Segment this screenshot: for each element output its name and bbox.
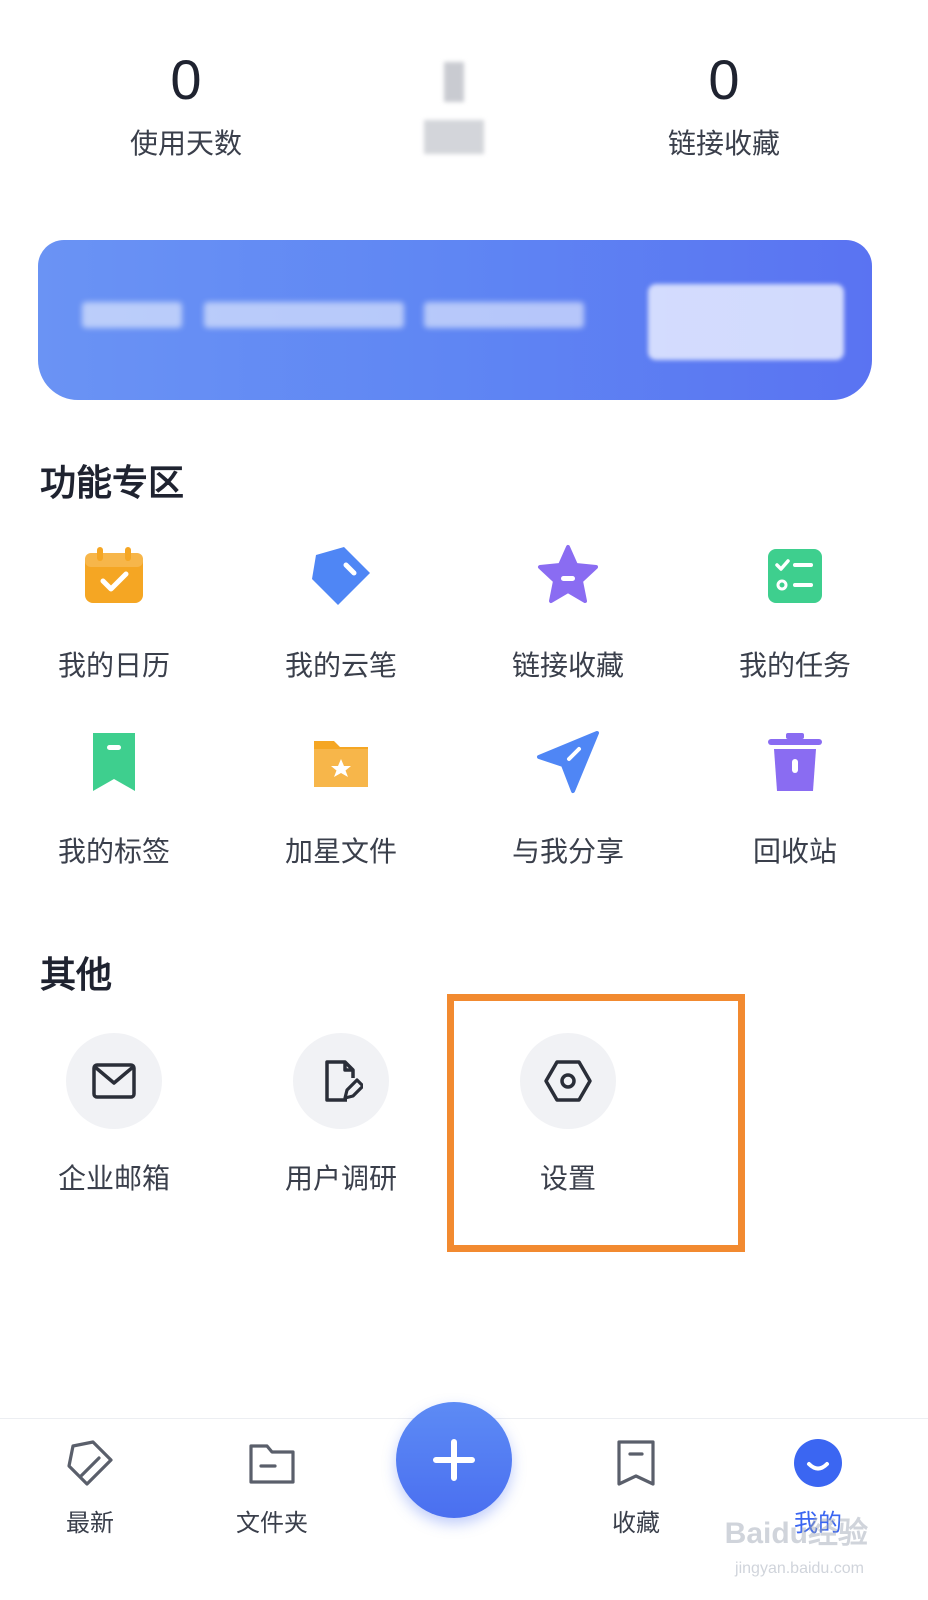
nav-label: 收藏 (612, 1509, 660, 1537)
nav-favorites[interactable]: 收藏 (576, 1437, 696, 1538)
feature-calendar[interactable]: 我的日历 (0, 542, 228, 684)
feature-link-favorites[interactable]: 链接收藏 (454, 542, 682, 684)
other-enterprise-mail[interactable]: 企业邮箱 (0, 1033, 228, 1197)
feature-label: 加星文件 (284, 835, 397, 868)
feature-label: 我的日历 (57, 649, 170, 682)
feature-tags[interactable]: 我的标签 (0, 728, 228, 870)
feature-starred-files[interactable]: 加星文件 (227, 728, 455, 870)
profile-icon (792, 1437, 844, 1489)
other-section-title: 其他 (40, 955, 113, 996)
feature-label: 我的标签 (57, 835, 170, 868)
star-folder-icon (307, 728, 375, 796)
add-button[interactable] (396, 1402, 512, 1518)
link-favorites-label: 链接收藏 (667, 127, 780, 160)
folder-icon (246, 1437, 298, 1489)
other-label: 企业邮箱 (57, 1162, 170, 1195)
nav-latest[interactable]: 最新 (30, 1437, 150, 1538)
plus-icon (433, 1439, 475, 1481)
bookmark-icon (80, 728, 148, 796)
star-icon (534, 542, 602, 610)
features-section-title: 功能专区 (40, 463, 185, 504)
feature-label: 与我分享 (511, 835, 624, 868)
usage-days-stat: 0 使用天数 (76, 48, 296, 162)
checklist-icon (761, 542, 829, 610)
link-favorites-value: 0 (708, 48, 740, 111)
watermark-sub: jingyan.baidu.com (735, 1560, 864, 1577)
promo-banner[interactable] (38, 240, 872, 400)
feature-label: 链接收藏 (511, 649, 624, 682)
nav-label: 最新 (66, 1509, 114, 1537)
other-label: 用户调研 (284, 1162, 397, 1195)
watermark: Baidu经验 (724, 1517, 868, 1550)
feature-label: 我的云笔 (284, 649, 397, 682)
latest-icon (64, 1437, 116, 1489)
nav-label: 文件夹 (236, 1509, 308, 1537)
mail-icon (66, 1033, 162, 1129)
nav-folders[interactable]: 文件夹 (212, 1437, 332, 1538)
feature-label: 回收站 (752, 835, 837, 868)
feature-label: 我的任务 (738, 649, 851, 682)
settings-highlight-box (447, 994, 745, 1252)
trash-icon (761, 728, 829, 796)
calendar-icon (80, 542, 148, 610)
feature-cloud-notes[interactable]: 我的云笔 (227, 542, 455, 684)
banner-action-button[interactable] (648, 284, 844, 360)
other-user-survey[interactable]: 用户调研 (227, 1033, 455, 1197)
blurred-stat (420, 56, 490, 166)
bookmark-outline-icon (610, 1437, 662, 1489)
feature-recycle-bin[interactable]: 回收站 (681, 728, 909, 870)
usage-days-value: 0 (170, 48, 202, 111)
survey-icon (293, 1033, 389, 1129)
usage-days-label: 使用天数 (129, 127, 242, 160)
send-icon (534, 728, 602, 796)
feature-tasks[interactable]: 我的任务 (681, 542, 909, 684)
feature-shared-with-me[interactable]: 与我分享 (454, 728, 682, 870)
tag-pen-icon (307, 542, 375, 610)
link-favorites-stat[interactable]: 0 链接收藏 (614, 48, 834, 162)
